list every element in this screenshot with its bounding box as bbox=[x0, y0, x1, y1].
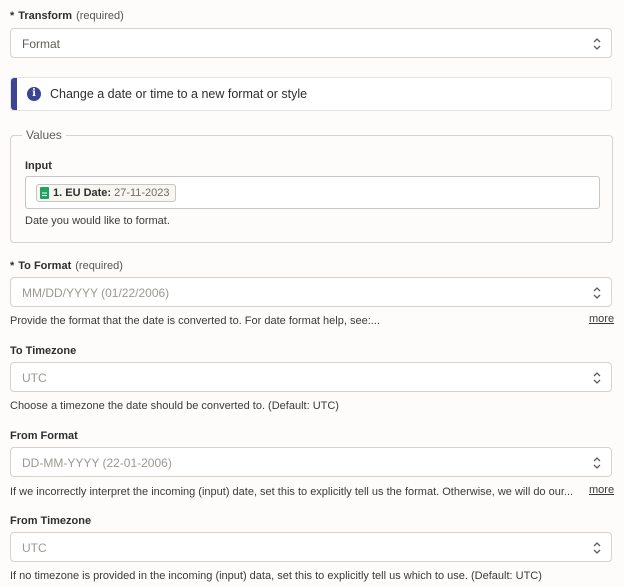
info-icon: i bbox=[27, 87, 41, 101]
from-timezone-select[interactable]: UTC bbox=[10, 532, 612, 562]
chevron-up-down-icon bbox=[593, 38, 601, 50]
from-timezone-value: UTC bbox=[22, 541, 47, 555]
from-timezone-help: If no timezone is provided in the incomi… bbox=[10, 570, 542, 582]
to-format-select[interactable]: MM/DD/YYYY (01/22/2006) bbox=[10, 277, 612, 307]
info-accent-bar bbox=[11, 78, 17, 110]
to-format-placeholder: MM/DD/YYYY (01/22/2006) bbox=[22, 286, 170, 300]
to-format-help: Provide the format that the date is conv… bbox=[10, 315, 380, 327]
to-timezone-label: To Timezone bbox=[10, 345, 77, 357]
input-field[interactable]: 1. EU Date: 27-11-2023 bbox=[25, 176, 600, 209]
to-timezone-select[interactable]: UTC bbox=[10, 362, 612, 392]
info-text: Change a date or time to a new format or… bbox=[50, 87, 308, 101]
input-label: Input bbox=[25, 160, 52, 172]
info-banner: i Change a date or time to a new format … bbox=[10, 77, 612, 111]
chevron-up-down-icon bbox=[593, 457, 601, 469]
to-timezone-value: UTC bbox=[22, 371, 47, 385]
transform-select[interactable]: Format bbox=[10, 28, 612, 58]
input-help: Date you would like to format. bbox=[25, 215, 170, 227]
to-format-label: * To Format (required) bbox=[10, 260, 123, 272]
from-format-help: If we incorrectly interpret the incoming… bbox=[10, 486, 574, 498]
from-timezone-label: From Timezone bbox=[10, 515, 92, 527]
to-timezone-help: Choose a timezone the date should be con… bbox=[10, 400, 339, 412]
from-format-select[interactable]: DD-MM-YYYY (22-01-2006) bbox=[10, 447, 612, 477]
from-format-label: From Format bbox=[10, 430, 78, 442]
from-format-more-link[interactable]: more bbox=[589, 484, 614, 496]
values-legend: Values bbox=[22, 128, 66, 142]
to-format-more-link[interactable]: more bbox=[589, 313, 614, 325]
chevron-up-down-icon bbox=[593, 287, 601, 299]
from-format-placeholder: DD-MM-YYYY (22-01-2006) bbox=[22, 456, 172, 470]
eu-date-pill[interactable]: 1. EU Date: 27-11-2023 bbox=[36, 184, 176, 202]
google-sheets-icon bbox=[40, 187, 49, 199]
chevron-up-down-icon bbox=[593, 372, 601, 384]
transform-label: * Transform (required) bbox=[10, 10, 124, 22]
transform-value: Format bbox=[22, 37, 61, 51]
chevron-up-down-icon bbox=[593, 542, 601, 554]
